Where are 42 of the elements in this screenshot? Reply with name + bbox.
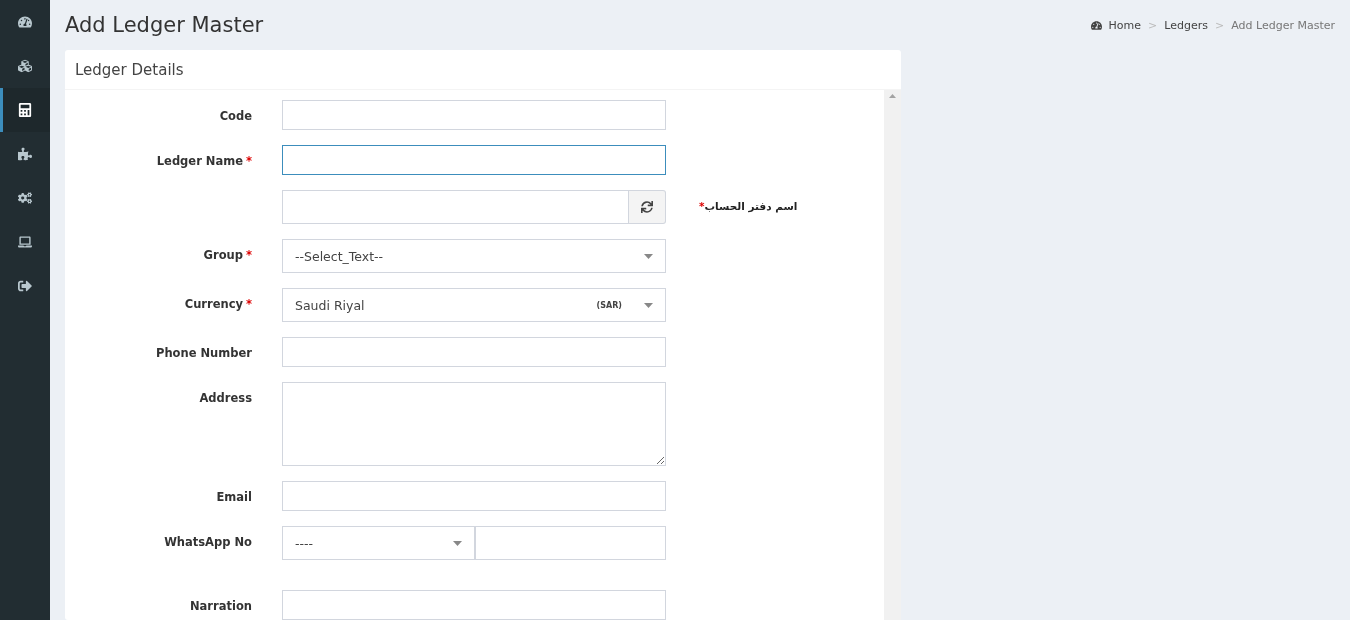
caret-icon — [644, 302, 653, 308]
breadcrumb-link[interactable]: Ledgers — [1164, 18, 1208, 32]
breadcrumb-current: Add Ledger Master — [1231, 18, 1335, 32]
field-label: Ledger Name * — [156, 153, 252, 168]
currency-code: (SAR) — [596, 300, 622, 310]
breadcrumb-separator: > — [1214, 18, 1225, 32]
dashboard-icon — [1090, 19, 1102, 31]
field-label: Address — [199, 390, 252, 405]
calculator-icon — [18, 103, 32, 117]
caret-icon — [453, 540, 462, 546]
required-mark: * — [246, 297, 252, 311]
select-field[interactable]: ---- — [282, 526, 475, 560]
field-label: Code — [219, 108, 252, 123]
page-title: Add Ledger Master — [65, 13, 264, 37]
field-label: Group * — [203, 247, 252, 262]
required-mark: * — [246, 248, 252, 262]
textarea-field[interactable] — [282, 382, 666, 466]
sidebar-item[interactable] — [0, 88, 50, 132]
dashboard-icon — [18, 15, 32, 29]
sign-out-icon — [18, 279, 32, 293]
caret-icon — [644, 253, 653, 259]
refresh-button[interactable] — [629, 190, 666, 224]
select-field[interactable]: Saudi Riyal (SAR) — [282, 288, 666, 322]
scroll-up-icon[interactable] — [889, 94, 896, 98]
puzzle-icon — [18, 147, 32, 161]
gears-icon — [18, 191, 32, 205]
required-mark: * — [246, 154, 252, 168]
field-label: اسم دفتر الحساب* — [698, 199, 798, 212]
field-label: WhatsApp No — [164, 534, 252, 549]
refresh-icon — [641, 201, 653, 213]
text-field[interactable] — [282, 145, 666, 175]
field-label: Currency * — [184, 296, 252, 311]
field-label: Email — [216, 489, 252, 504]
breadcrumb-separator: > — [1148, 18, 1158, 32]
breadcrumb-link[interactable]: Home — [1108, 18, 1142, 32]
field-label: Narration — [190, 598, 252, 613]
scrollbar[interactable] — [884, 90, 901, 620]
laptop-icon — [18, 235, 32, 249]
card-title: Ledger Details — [75, 60, 184, 79]
field-label: Phone Number — [156, 345, 252, 360]
select-field[interactable]: --Select_Text-- — [282, 239, 666, 273]
cubes-icon — [18, 59, 32, 73]
